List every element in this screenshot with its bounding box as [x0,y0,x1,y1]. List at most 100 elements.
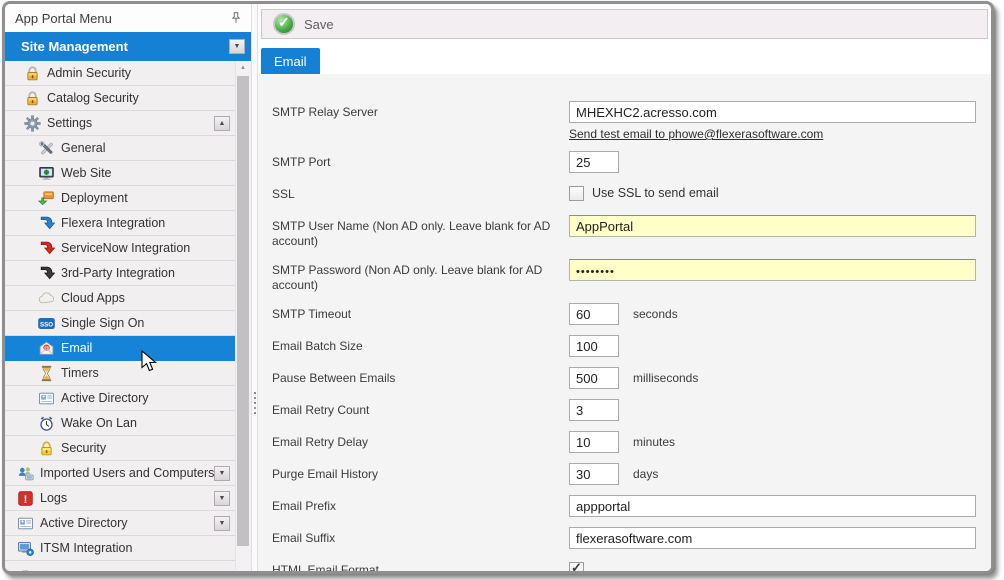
field-label: SSL [258,183,569,202]
sidebar-header: App Portal Menu [5,4,251,32]
sidebar-item-label: Web Site [61,166,230,180]
log-red-icon: ! [17,490,34,507]
chevron-down-icon[interactable]: ▼ [214,491,230,506]
arrow-blue-icon [38,215,55,232]
form-row-html-email-format: HTML Email Format [258,559,991,571]
save-button[interactable]: Save [267,11,340,37]
email-batch-size-input[interactable] [569,335,619,357]
email-suffix-input[interactable] [569,527,976,549]
sidebar-item-label: General [61,141,230,155]
html-email-format-checkbox[interactable] [569,562,584,571]
envelope-icon: @ [38,340,55,357]
sidebar-item-imported-users-and-computers[interactable]: Imported Users and Computers▼ [5,461,235,486]
sidebar-item-label: ServiceNow Integration [61,241,230,255]
checkbox-option-label: Use SSL to send email [592,183,719,200]
ssl-checkbox[interactable] [569,186,584,201]
field-label: Email Retry Delay [258,431,569,450]
tools-small-icon [38,140,55,157]
field-label: SMTP Relay Server [258,101,569,120]
sidebar-item-3rd-party-integration[interactable]: 3rd-Party Integration [5,261,235,286]
sidebar-splitter[interactable] [251,4,258,571]
smtp-user-name-non-ad-only-leave-blank-for-ad-account-input[interactable] [569,215,976,237]
chevron-down-icon[interactable]: ▼ [214,466,230,481]
form-row-smtp-timeout: SMTP Timeoutseconds [258,303,991,325]
sidebar-item-cloud-apps[interactable]: Cloud Apps [5,286,235,311]
sidebar-item-label: Settings [47,116,214,130]
arrow-red-icon [38,240,55,257]
sidebar-item-settings[interactable]: Settings▲ [5,111,235,136]
sidebar-item-itsm-integration[interactable]: ITSM Integration [5,536,235,561]
scrollbar-thumb[interactable] [237,76,249,546]
sidebar-item-deployment[interactable]: Deployment [5,186,235,211]
unit-label: days [633,463,658,481]
tab-label: Email [274,54,307,69]
smtp-port-input[interactable] [569,151,619,173]
users-icon [17,465,34,482]
scroll-up-icon[interactable]: ▲ [236,61,250,75]
sidebar-item-web-site[interactable]: Web Site [5,161,235,186]
email-prefix-input[interactable] [569,495,976,517]
email-retry-count-input[interactable] [569,399,619,421]
sso-icon: SSO [38,315,55,332]
sidebar-item-security[interactable]: Security [5,436,235,461]
pause-between-emails-input[interactable] [569,367,619,389]
form-row-smtp-user-name-non-ad-only-leave-blank-for-ad-account: SMTP User Name (Non AD only. Leave blank… [258,215,991,249]
email-retry-delay-input[interactable] [569,431,619,453]
send-test-email-link[interactable]: Send test email to phowe@flexerasoftware… [569,127,976,141]
sidebar-item-general[interactable]: General [5,136,235,161]
field-label: Email Prefix [258,495,569,514]
sidebar-item-catalog-security[interactable]: Catalog Security [5,86,235,111]
sidebar-item-wake-on-lan[interactable]: Wake On Lan [5,411,235,436]
sidebar-item-label: Active Directory [40,516,214,530]
sidebar-item-active-directory[interactable]: Active Directory▼ [5,511,235,536]
chevron-down-icon[interactable]: ▼ [229,39,245,54]
sidebar-item-admin-security[interactable]: Admin Security [5,61,235,86]
form-row-email-retry-delay: Email Retry Delay minutes [258,431,991,453]
sidebar-item-logs[interactable]: ! Logs▼ [5,486,235,511]
faded-icon [17,565,34,572]
sidebar-item-active-directory[interactable]: Active Directory [5,386,235,411]
sidebar-item-label: Active Directory [61,391,230,405]
svg-text:@: @ [44,345,50,351]
svg-text:!: ! [24,493,28,505]
sidebar-item-timers[interactable]: Timers [5,361,235,386]
form-row-email-suffix: Email Suffix [258,527,991,549]
field-label: SMTP Timeout [258,303,569,322]
sidebar-item-flexera-integration[interactable]: Flexera Integration [5,211,235,236]
sidebar-scrollbar[interactable]: ▲ [235,61,250,570]
sidebar-item-label: Logs [40,491,214,505]
form-row-email-prefix: Email Prefix [258,495,991,517]
tab-email[interactable]: Email [261,48,320,74]
form-row-ssl: SSL Use SSL to send email [258,183,991,205]
toolbar: Save [261,9,988,39]
unit-label: milliseconds [633,367,698,385]
field-label: HTML Email Format [258,559,569,571]
app-window: App Portal Menu Site Management ▼ Admin … [2,1,994,574]
unit-label: minutes [633,431,675,449]
sidebar-item-label: Admin Security [47,66,230,80]
chevron-up-icon[interactable]: ▲ [214,116,230,131]
sidebar-item-label: ITSM Integration [40,541,230,555]
form-row-smtp-password-non-ad-only-leave-blank-for-ad-account: SMTP Password (Non AD only. Leave blank … [258,259,991,293]
smtp-password-non-ad-only-leave-blank-for-ad-account-input[interactable] [569,259,976,281]
pin-icon[interactable] [228,10,244,26]
sidebar-item-partial[interactable] [5,561,235,571]
field-label: Email Suffix [258,527,569,546]
form-row-pause-between-emails: Pause Between Emailsmilliseconds [258,367,991,389]
smtp-relay-server-input[interactable] [569,101,976,123]
sidebar-item-label: Security [61,441,230,455]
purge-email-history-input[interactable] [569,463,619,485]
smtp-timeout-input[interactable] [569,303,619,325]
lock-gold-icon [24,90,41,107]
field-label: SMTP User Name (Non AD only. Leave blank… [258,215,569,249]
sidebar-item-servicenow-integration[interactable]: ServiceNow Integration [5,236,235,261]
sidebar-group-site-management[interactable]: Site Management ▼ [5,32,251,61]
chevron-down-icon[interactable]: ▼ [214,516,230,531]
sidebar-item-single-sign-on[interactable]: SSOSingle Sign On [5,311,235,336]
sidebar-title: App Portal Menu [15,11,112,26]
main-panel: Save Email SMTP Relay ServerSend test em… [258,4,991,571]
field-label: SMTP Password (Non AD only. Leave blank … [258,259,569,293]
svg-text:SSO: SSO [40,321,53,328]
field-label: SMTP Port [258,151,569,170]
sidebar-item-email[interactable]: @Email [5,336,235,361]
